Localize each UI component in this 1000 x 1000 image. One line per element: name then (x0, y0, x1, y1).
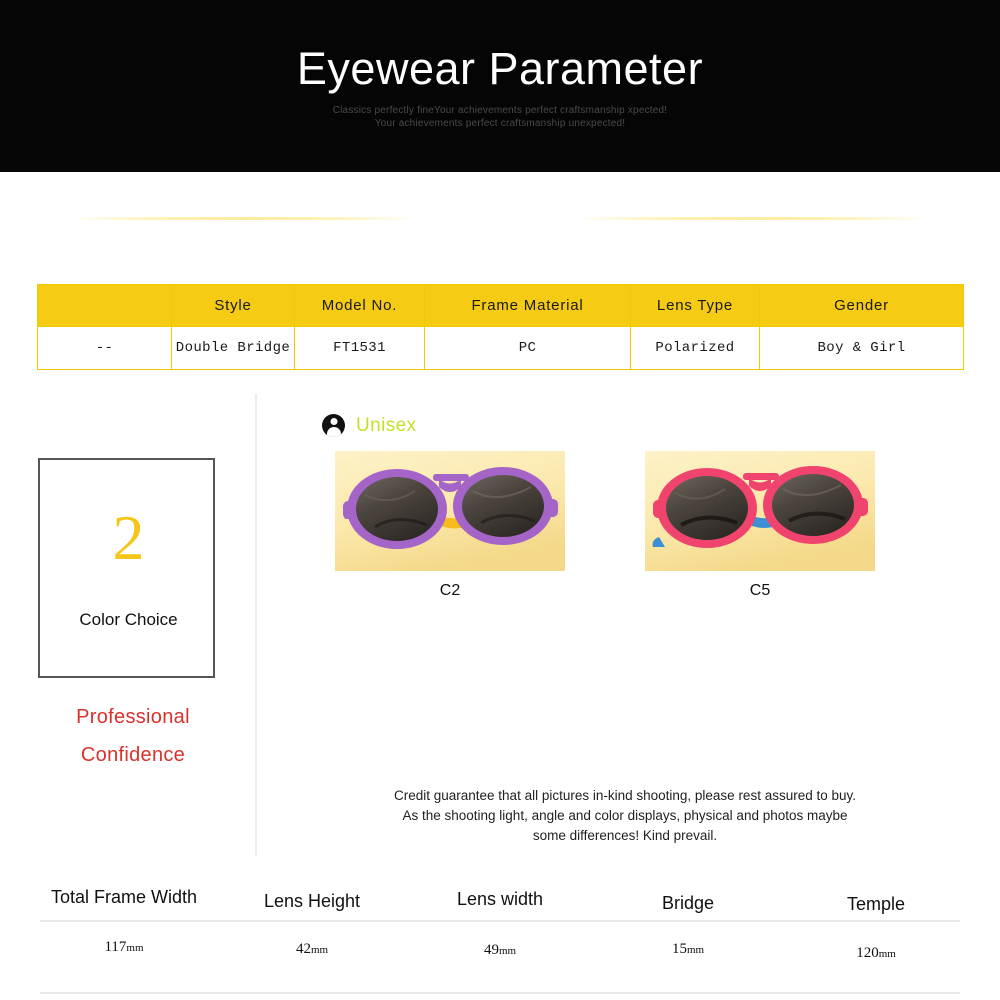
measurement-value-temple: 120mm (782, 945, 970, 962)
table-header-model: Model No. (294, 284, 425, 327)
table-cell-blank: -- (37, 326, 172, 370)
tagline-confidence: Confidence (80, 744, 186, 766)
product-caption-c2: C2 (439, 582, 461, 599)
table-cell-frame-material: PC (424, 326, 631, 370)
measurement-value-bridge: 15mm (594, 941, 782, 958)
measurement-label-temple: Temple (846, 894, 906, 914)
tagline-professional: Professional (76, 706, 190, 728)
table-cell-lens-type: Polarized (630, 326, 760, 370)
table-header-blank (37, 284, 172, 327)
gender-label: Unisex (356, 414, 417, 436)
table-header-lens-type: Lens Type (630, 284, 760, 327)
table-header-style: Style (171, 284, 295, 327)
measurement-label-total-frame-width: Total Frame Width (50, 887, 198, 907)
product-photo-c2[interactable] (335, 451, 565, 571)
measurement-value-total-frame-width: 117mm (30, 939, 218, 956)
sunglasses-c5-illustration (645, 451, 875, 571)
measurement-divider-bottom (40, 992, 960, 994)
hero-banner: Eyewear Parameter Classics perfectly fin… (0, 0, 1000, 172)
measurement-label-lens-width: Lens width (456, 889, 544, 909)
value-unit: mm (686, 944, 705, 956)
decorative-divider-left (78, 217, 408, 220)
measurement-divider-top (40, 920, 960, 922)
disclaimer-line-2: As the shooting light, angle and color d… (402, 808, 848, 823)
value-number: 42 (295, 941, 311, 957)
specification-table: Style Model No. Frame Material Lens Type… (37, 284, 964, 370)
color-choice-box: 2 Color Choice (38, 458, 215, 678)
measurement-value-lens-width: 49mm (406, 942, 594, 959)
color-choice-count: 2 (112, 502, 145, 573)
table-header-row: Style Model No. Frame Material Lens Type… (37, 284, 964, 327)
product-photo-c5[interactable] (645, 451, 875, 571)
table-header-frame-material: Frame Material (424, 284, 631, 327)
measurement-label-lens-height: Lens Height (263, 891, 361, 911)
value-number: 117 (104, 939, 127, 955)
product-parameter-page: Eyewear Parameter Classics perfectly fin… (0, 0, 1000, 1000)
measurement-labels-row: Total Frame Width Lens Height Lens width… (30, 882, 970, 914)
value-unit: mm (498, 945, 517, 957)
table-cell-model: FT1531 (294, 326, 425, 370)
table-cell-style: Double Bridge (171, 326, 295, 370)
vertical-divider (255, 394, 257, 856)
sunglasses-c2-illustration (335, 451, 565, 571)
value-unit: mm (126, 942, 144, 954)
table-cell-gender: Boy & Girl (759, 326, 964, 370)
value-number: 15 (671, 941, 687, 957)
disclaimer-text: Credit guarantee that all pictures in-ki… (335, 786, 915, 846)
table-row: -- Double Bridge FT1531 PC Polarized Boy… (37, 326, 964, 370)
measurement-values-row: 117mm 42mm 49mm 15mm 120mm (30, 937, 970, 961)
color-choice-label: Color Choice (79, 610, 178, 629)
value-number: 49 (483, 942, 499, 958)
gender-heading: Unisex (322, 414, 416, 437)
person-circle-icon (322, 414, 345, 437)
measurement-label-bridge: Bridge (661, 893, 715, 913)
product-caption-c5: C5 (749, 582, 771, 599)
decorative-divider-right (585, 217, 920, 220)
measurement-value-lens-height: 42mm (218, 941, 406, 958)
value-unit: mm (310, 944, 329, 956)
value-number: 120 (856, 945, 879, 961)
value-unit: mm (878, 948, 896, 960)
hero-subtitle-line-2: Your achievements perfect craftsmanship … (374, 118, 626, 129)
table-header-gender: Gender (759, 284, 964, 327)
hero-subtitle-line-1: Classics perfectly fineYour achievements… (332, 105, 668, 116)
disclaimer-line-1: Credit guarantee that all pictures in-ki… (393, 788, 856, 803)
disclaimer-line-3: some differences! Kind prevail. (532, 828, 718, 843)
page-title: Eyewear Parameter (296, 43, 704, 94)
